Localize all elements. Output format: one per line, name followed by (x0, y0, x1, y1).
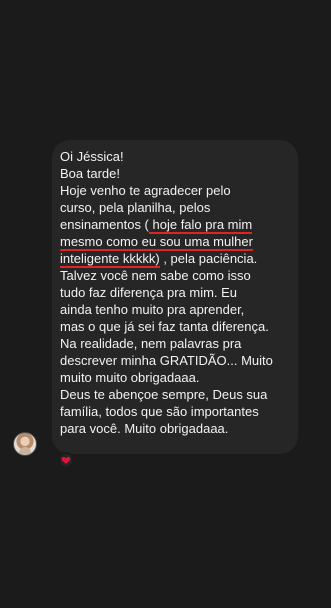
message-line-8: Talvez você nem sabe como isso (60, 268, 251, 283)
highlighted-phrase-part-3: inteligente kkkkk) (60, 251, 160, 268)
message-line-12: Na realidade, nem palavras pra (60, 336, 242, 351)
heart-icon (61, 455, 71, 465)
message-line-4: curso, pela planilha, pelos (60, 200, 211, 215)
message-line-15: Deus te abençoe sempre, Deus sua (60, 387, 268, 402)
message-line-3: Hoje venho te agradecer pelo (60, 183, 231, 198)
message-line-5-prefix: ensinamentos ( (60, 217, 149, 232)
conversation-screen: Oi Jéssica! Boa tarde! Hoje venho te agr… (0, 0, 331, 608)
message-text: Oi Jéssica! Boa tarde! Hoje venho te agr… (60, 148, 290, 437)
message-line-1: Oi Jéssica! (60, 149, 124, 164)
highlighted-phrase-part-2: mesmo como eu sou uma mulher (60, 234, 253, 251)
message-line-5: ensinamentos ( hoje falo pra mim (60, 216, 290, 234)
message-line-9: tudo faz diferença pra mim. Eu (60, 285, 238, 300)
message-line-2: Boa tarde! (60, 166, 120, 181)
message-line-6: mesmo como eu sou uma mulher (60, 233, 290, 251)
message-line-7-suffix: , pela paciência. (159, 251, 258, 266)
message-line-13: descrever minha GRATIDÃO... Muito (60, 353, 273, 368)
message-line-7: inteligente kkkkk) , pela paciência. (60, 250, 290, 268)
message-line-17: para você. Muito obrigadaaa. (60, 421, 229, 436)
avatar[interactable] (13, 432, 37, 456)
message-line-10: ainda tenho muito pra aprender, (60, 302, 245, 317)
highlighted-phrase-part-1: hoje falo pra mim (148, 217, 253, 234)
message-line-11: mas o que já sei faz tanta diferença. (60, 319, 269, 334)
message-bubble[interactable]: Oi Jéssica! Boa tarde! Hoje venho te agr… (52, 140, 298, 454)
reaction-badge[interactable] (58, 452, 74, 468)
message-line-14: muito muito obrigadaaa. (60, 370, 200, 385)
message-line-16: família, todos que são importantes (60, 404, 259, 419)
